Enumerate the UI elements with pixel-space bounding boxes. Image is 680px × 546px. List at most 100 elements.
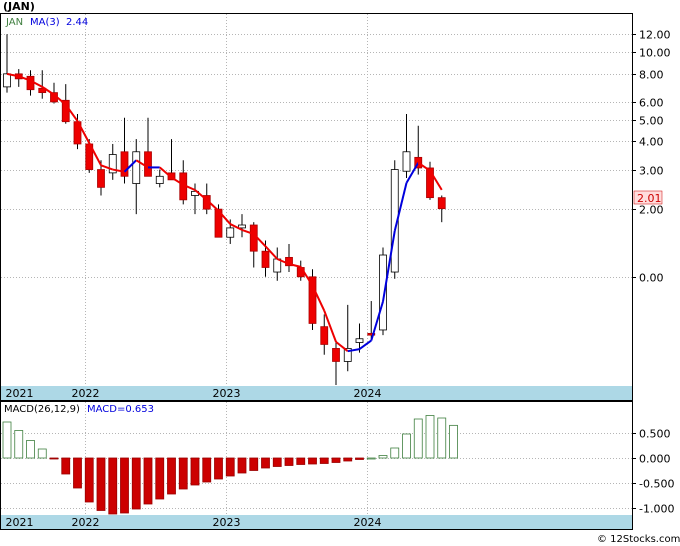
- macd-year-label: 2022: [72, 516, 100, 529]
- macd-bar-negative: [225, 457, 235, 477]
- ma-segment-down: [288, 263, 301, 268]
- candle-down: [320, 314, 329, 355]
- candle-down: [285, 243, 293, 273]
- macd-bar-negative: [237, 457, 247, 474]
- candle-down: [308, 269, 317, 330]
- macd-bar-positive: [425, 415, 435, 459]
- macd-bar-negative: [355, 457, 364, 460]
- macd-bar-negative: [96, 457, 106, 511]
- macd-bar-negative: [49, 457, 59, 460]
- candle-down: [426, 161, 434, 200]
- macd-bar-positive: [378, 455, 388, 459]
- ma-value-legend: 2.44: [66, 17, 88, 28]
- macd-bar-negative: [155, 457, 165, 500]
- candle-body: [97, 169, 105, 188]
- candle-up: [155, 169, 164, 188]
- macd-year-label: 2021: [6, 516, 34, 529]
- price-year-label: 2023: [213, 387, 241, 400]
- candle-up: [132, 139, 141, 215]
- macd-panel-frame: [0, 401, 633, 530]
- macd-bar-negative: [202, 457, 212, 483]
- candle-body: [132, 151, 141, 184]
- price-y-axis: 12.00 10.00 8.00 6.00 5.00 4.00 3.00 2.00 0.00: [632, 29, 671, 285]
- price-tick-label: 4.00: [639, 136, 664, 149]
- candle-down: [167, 139, 176, 181]
- candle-body: [3, 73, 11, 88]
- macd-bar-negative: [73, 457, 82, 489]
- last-price-label: 2.01: [637, 192, 662, 205]
- ma-name-legend: JAN: [5, 17, 23, 28]
- macd-bar-negative: [190, 457, 200, 486]
- candle-body: [402, 151, 411, 172]
- candle-up: [402, 114, 411, 179]
- macd-bar-positive: [366, 457, 376, 460]
- price-tick-label: 12.00: [639, 29, 671, 42]
- macd-bar-negative: [296, 457, 306, 465]
- macd-bar-positive: [402, 433, 411, 459]
- macd-bar-negative: [261, 457, 270, 469]
- candle-body: [238, 224, 246, 229]
- macd-bar-negative: [214, 457, 223, 480]
- price-tick-label: 5.00: [639, 115, 664, 128]
- macd-bar-positive: [26, 440, 35, 459]
- macd-grid: [1, 433, 632, 509]
- candle-down: [437, 195, 446, 223]
- candle-up: [108, 143, 117, 180]
- candle-body: [249, 224, 258, 252]
- macd-bar-negative: [249, 457, 259, 471]
- candle-up: [273, 247, 282, 281]
- macd-bar-negative: [331, 457, 341, 463]
- macd-bar-positive: [390, 447, 400, 459]
- macd-bar-negative: [272, 457, 282, 467]
- stock-chart: 12.00 10.00 8.00 6.00 5.00 4.00 3.00 2.00 0.00 2…: [0, 0, 680, 545]
- price-tick-label: 3.00: [639, 165, 664, 178]
- moving-average-segments: [6, 72, 443, 353]
- ticker-label: (JAN): [3, 0, 35, 13]
- price-year-label: 2024: [354, 387, 382, 400]
- candle-body: [332, 348, 340, 362]
- candle-up: [343, 304, 352, 372]
- watermark: © 12Stocks.com: [597, 534, 680, 545]
- macd-bar-negative: [61, 457, 71, 475]
- price-tick-label: 10.00: [639, 47, 671, 60]
- macd-bar-negative: [120, 457, 129, 514]
- macd-tick-label: -0.500: [639, 478, 674, 491]
- macd-y-axis: 0.500 0.000 -0.500 -1.000: [632, 428, 674, 516]
- candle-body: [355, 338, 364, 343]
- macd-histogram: [2, 415, 458, 515]
- macd-value-legend: MACD=0.653: [87, 404, 154, 415]
- macd-bar-negative: [319, 457, 329, 464]
- candle-body: [120, 151, 129, 177]
- macd-bar-negative: [343, 457, 353, 462]
- macd-tick-label: 0.000: [639, 453, 671, 466]
- price-tick-label: 8.00: [639, 69, 664, 82]
- price-tick-label: 0.00: [639, 272, 664, 285]
- candle-body: [261, 250, 270, 268]
- price-tick-label: 6.00: [639, 97, 664, 110]
- macd-tick-label: 0.500: [639, 428, 671, 441]
- macd-panel: 0.5000.000-0.500-1.000 2021 2022 2023 2024 …: [0, 401, 674, 530]
- macd-bar-positive: [37, 448, 47, 459]
- price-year-label: 2021: [6, 387, 34, 400]
- macd-bar-positive: [437, 417, 447, 459]
- candle-down: [120, 117, 129, 184]
- candle-body: [144, 151, 152, 177]
- macd-bar-positive: [14, 430, 24, 459]
- candlesticks: [3, 34, 446, 385]
- ma-label-legend: MA(3): [30, 17, 60, 28]
- macd-bar-negative: [131, 457, 141, 510]
- macd-bar-negative: [167, 457, 176, 495]
- macd-bar-negative: [143, 457, 153, 505]
- candle-body: [226, 227, 235, 238]
- macd-year-label: 2023: [213, 516, 241, 529]
- candle-up: [3, 34, 11, 93]
- macd-bar-positive: [413, 418, 423, 459]
- candle-up: [238, 214, 246, 238]
- candle-down: [332, 340, 340, 385]
- price-year-label: 2022: [72, 387, 100, 400]
- macd-bar-negative: [84, 457, 94, 503]
- macd-bar-positive: [449, 424, 458, 459]
- macd-label-legend: MACD(26,12,9): [4, 404, 80, 415]
- macd-year-label: 2024: [354, 516, 382, 529]
- macd-tick-label: -1.000: [639, 503, 674, 516]
